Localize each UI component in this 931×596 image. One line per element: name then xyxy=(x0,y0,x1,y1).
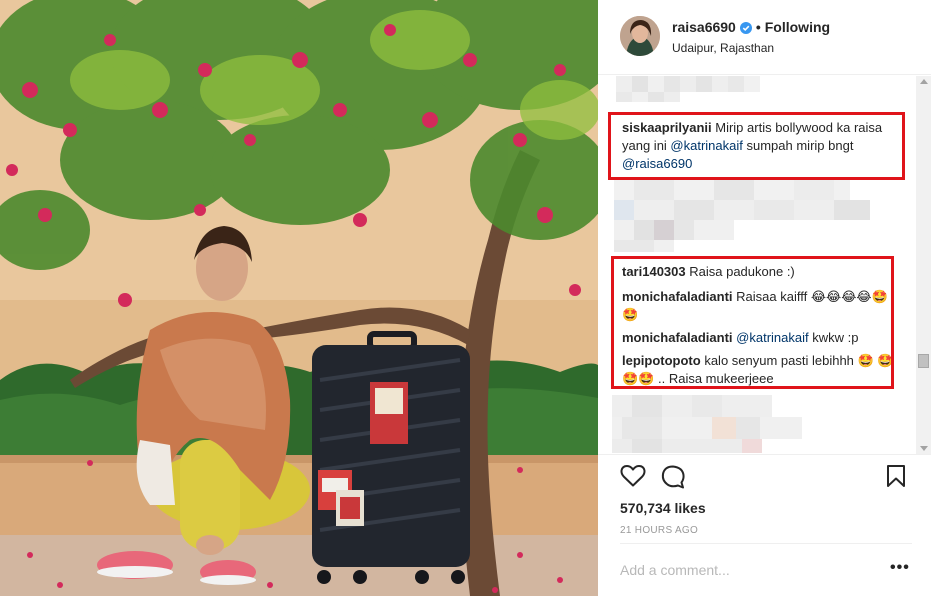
post-timestamp[interactable]: 21 HOURS AGO xyxy=(620,525,698,536)
scroll-down-arrow-icon[interactable] xyxy=(920,446,928,451)
scroll-up-arrow-icon[interactable] xyxy=(920,79,928,84)
post-sidebar: raisa6690 • Following Udaipur, Rajasthan xyxy=(598,0,931,596)
following-button[interactable]: Following xyxy=(765,19,830,35)
user-line: raisa6690 • Following xyxy=(672,19,830,35)
separator-dot: • xyxy=(755,19,761,35)
post-header: raisa6690 • Following Udaipur, Rajasthan xyxy=(598,0,931,75)
highlight-box xyxy=(608,112,905,180)
likes-count[interactable]: 570,734 likes xyxy=(620,500,706,516)
heart-icon[interactable] xyxy=(620,464,646,488)
post-photo[interactable] xyxy=(0,0,598,596)
avatar[interactable] xyxy=(620,16,660,56)
post-actions: 570,734 likes 21 HOURS AGO ••• xyxy=(598,454,931,596)
add-comment-input[interactable] xyxy=(620,559,880,581)
scrollbar-thumb[interactable] xyxy=(918,354,929,368)
comments-scrollbar[interactable] xyxy=(916,76,931,454)
photo-illustration xyxy=(0,0,598,596)
location-link[interactable]: Udaipur, Rajasthan xyxy=(672,41,774,55)
username-link[interactable]: raisa6690 xyxy=(672,19,736,35)
avatar-image xyxy=(620,16,660,56)
pixelated-comment xyxy=(614,180,874,256)
divider xyxy=(620,543,912,544)
verified-badge-icon xyxy=(739,21,752,34)
comments-list[interactable]: siskaaprilyanii Mirip artis bollywood ka… xyxy=(598,76,918,454)
pixelated-comment xyxy=(612,395,812,454)
highlight-box xyxy=(611,256,894,389)
pixelated-comment xyxy=(616,76,776,106)
bookmark-icon[interactable] xyxy=(886,464,906,488)
more-options-button[interactable]: ••• xyxy=(890,560,910,576)
speech-bubble-icon[interactable] xyxy=(660,464,686,490)
